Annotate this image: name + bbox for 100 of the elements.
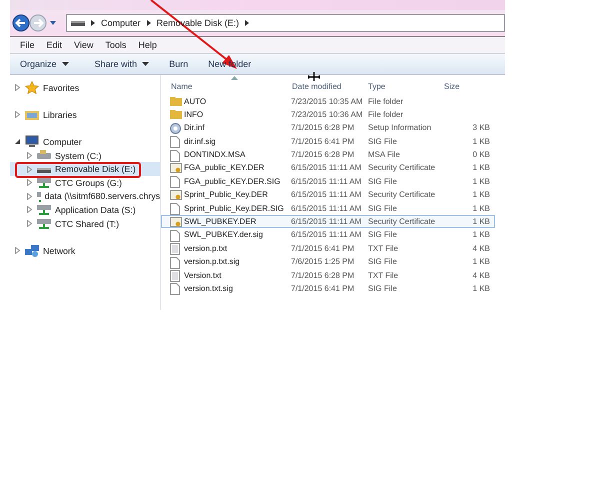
- file-name: Version.txt: [184, 270, 222, 280]
- table-cell: 1 KB: [472, 190, 490, 200]
- file-name: version.txt.sig: [184, 284, 233, 293]
- table-cell: 4 KB: [472, 244, 490, 253]
- table-cell: SIG File: [368, 176, 397, 186]
- folder-icon: [170, 109, 182, 120]
- file-name: Dir.inf: [184, 123, 204, 132]
- column-header[interactable]: Size: [444, 82, 460, 91]
- file-row[interactable]: Sprint_Public_Key.DER.SIG 6/15/2015 11:11 AM SIG File 1 KB: [161, 201, 495, 215]
- table-cell: 7/1/2015 6:41 PM: [291, 284, 354, 293]
- table-cell: Security Certificate: [368, 217, 436, 226]
- table-cell: 1 KB: [472, 136, 490, 146]
- tree-item[interactable]: Application Data (S:): [10, 203, 160, 217]
- table-cell: Security Certificate: [368, 190, 436, 200]
- expand-triangle-icon[interactable]: [14, 247, 21, 254]
- table-cell: 7/1/2015 6:28 PM: [291, 150, 354, 160]
- collapse-triangle-icon[interactable]: [14, 138, 21, 146]
- file-icon: [170, 150, 180, 162]
- table-cell: 7/1/2015 6:28 PM: [291, 123, 354, 132]
- table-cell: 7/23/2015 10:35 AM: [291, 96, 363, 106]
- table-cell: 1 KB: [472, 176, 490, 186]
- tree-item[interactable]: Computer: [10, 135, 160, 149]
- table-cell: SIG File: [368, 257, 397, 266]
- table-cell: SIG File: [368, 136, 397, 146]
- file-row[interactable]: AUTO 7/23/2015 10:35 AM File folder: [161, 94, 495, 108]
- file-row[interactable]: version.p.txt.sig 7/6/2015 1:25 PM SIG File 1 KB: [161, 254, 495, 268]
- folder-icon: [25, 108, 39, 121]
- table-cell: 3 KB: [472, 123, 490, 132]
- column-header[interactable]: Date modified: [292, 82, 342, 91]
- file-row[interactable]: SWL_PUBKEY.der.sig 6/15/2015 11:11 AM SIG File 1 KB: [161, 228, 495, 242]
- tree-item[interactable]: CTC Shared (T:): [10, 216, 160, 230]
- file-row[interactable]: INFO 7/23/2015 10:36 AM File folder: [161, 107, 495, 121]
- file-row[interactable]: Sprint_Public_Key.DER 6/15/2015 11:11 AM Security Certificate 1 KB: [161, 188, 495, 202]
- toolbar-button[interactable]: Burn: [163, 57, 194, 71]
- text-file-icon: [170, 270, 180, 282]
- table-cell: SIG File: [368, 284, 397, 293]
- table-cell: 1 KB: [472, 163, 490, 172]
- file-row[interactable]: FGA_public_KEY.DER 6/15/2015 11:11 AM Security Certificate 1 KB: [161, 160, 495, 174]
- table-cell: 6/15/2015 11:11 AM: [291, 163, 362, 172]
- folder-icon: [170, 96, 182, 106]
- table-cell: TXT File: [368, 244, 398, 253]
- table-cell: TXT File: [368, 270, 398, 280]
- menu-item[interactable]: Edit: [46, 40, 62, 50]
- file-icon: [170, 176, 180, 188]
- file-row[interactable]: SWL_PUBKEY.DER 6/15/2015 11:11 AM Security Certificate 1 KB: [161, 214, 495, 228]
- table-cell: File folder: [368, 110, 404, 119]
- file-name: version.p.txt: [184, 244, 228, 253]
- file-icon: [170, 230, 180, 242]
- table-cell: Security Certificate: [368, 163, 436, 172]
- chevron-icon: [90, 19, 96, 27]
- network-icon: [25, 244, 39, 257]
- file-name: dir.inf.sig: [184, 136, 216, 146]
- file-name: INFO: [184, 110, 204, 119]
- file-name: FGA_public_KEY.DER.SIG: [184, 176, 280, 186]
- expand-triangle-icon[interactable]: [14, 111, 21, 118]
- menu-item[interactable]: View: [74, 40, 94, 50]
- file-row[interactable]: FGA_public_KEY.DER.SIG 6/15/2015 11:11 AM SIG File 1 KB: [161, 174, 495, 188]
- tree-item[interactable]: System (C:): [10, 148, 160, 162]
- tree-item[interactable]: Favorites: [10, 81, 160, 95]
- certificate-icon: [170, 162, 182, 174]
- menu-item[interactable]: Help: [138, 40, 157, 50]
- file-row[interactable]: dir.inf.sig 7/1/2015 6:41 PM SIG File 1 KB: [161, 134, 495, 148]
- tree-item[interactable]: CTC Groups (G:): [10, 176, 160, 190]
- menu-item[interactable]: File: [20, 40, 35, 50]
- menu-item[interactable]: Tools: [105, 40, 126, 50]
- file-name: Sprint_Public_Key.DER: [184, 190, 268, 200]
- table-cell: 6/15/2015 11:11 AM: [291, 217, 362, 226]
- file-row[interactable]: Version.txt 7/1/2015 6:28 PM TXT File 4 KB: [161, 268, 495, 282]
- file-name: AUTO: [184, 96, 206, 106]
- drive-icon: [71, 19, 85, 27]
- table-cell: 1 KB: [472, 230, 490, 240]
- table-cell: 7/1/2015 6:41 PM: [291, 136, 354, 146]
- table-cell: 6/15/2015 11:11 AM: [291, 190, 362, 200]
- column-header[interactable]: Name: [171, 82, 192, 91]
- chevron-icon: [146, 19, 152, 27]
- file-name: SWL_PUBKEY.DER: [184, 217, 256, 226]
- table-cell: 6/15/2015 11:11 AM: [291, 176, 362, 186]
- breadcrumb[interactable]: Computer: [101, 18, 141, 28]
- tree-item[interactable]: Libraries: [10, 108, 160, 122]
- file-row[interactable]: version.txt.sig 7/1/2015 6:41 PM SIG File 1 KB: [161, 281, 495, 295]
- file-row[interactable]: version.p.txt 7/1/2015 6:41 PM TXT File 4 KB: [161, 241, 495, 255]
- file-icon: [170, 136, 180, 148]
- chevron-icon: [244, 19, 250, 27]
- file-row[interactable]: Dir.inf 7/1/2015 6:28 PM Setup Information 3 KB: [161, 120, 495, 134]
- file-row[interactable]: DONTINDX.MSA 7/1/2015 6:28 PM MSA File 0 KB: [161, 148, 495, 161]
- table-cell: 1 KB: [472, 257, 490, 266]
- table-cell: 1 KB: [472, 217, 490, 226]
- table-cell: 6/15/2015 11:11 AM: [291, 204, 362, 213]
- table-cell: 1 KB: [472, 284, 490, 293]
- table-cell: 1 KB: [472, 204, 490, 213]
- tree-item[interactable]: data (\\sitmf680.servers.chrys: [10, 190, 160, 204]
- file-icon: [170, 256, 180, 269]
- certificate-icon: [170, 190, 182, 201]
- toolbar-button[interactable]: Share with: [88, 57, 156, 71]
- tree-item[interactable]: Network: [10, 244, 160, 258]
- column-header[interactable]: Type: [368, 82, 386, 91]
- expand-triangle-icon[interactable]: [14, 84, 21, 92]
- toolbar-button[interactable]: Organize: [14, 57, 75, 71]
- text-file-icon: [170, 243, 180, 256]
- table-cell: Setup Information: [368, 123, 432, 132]
